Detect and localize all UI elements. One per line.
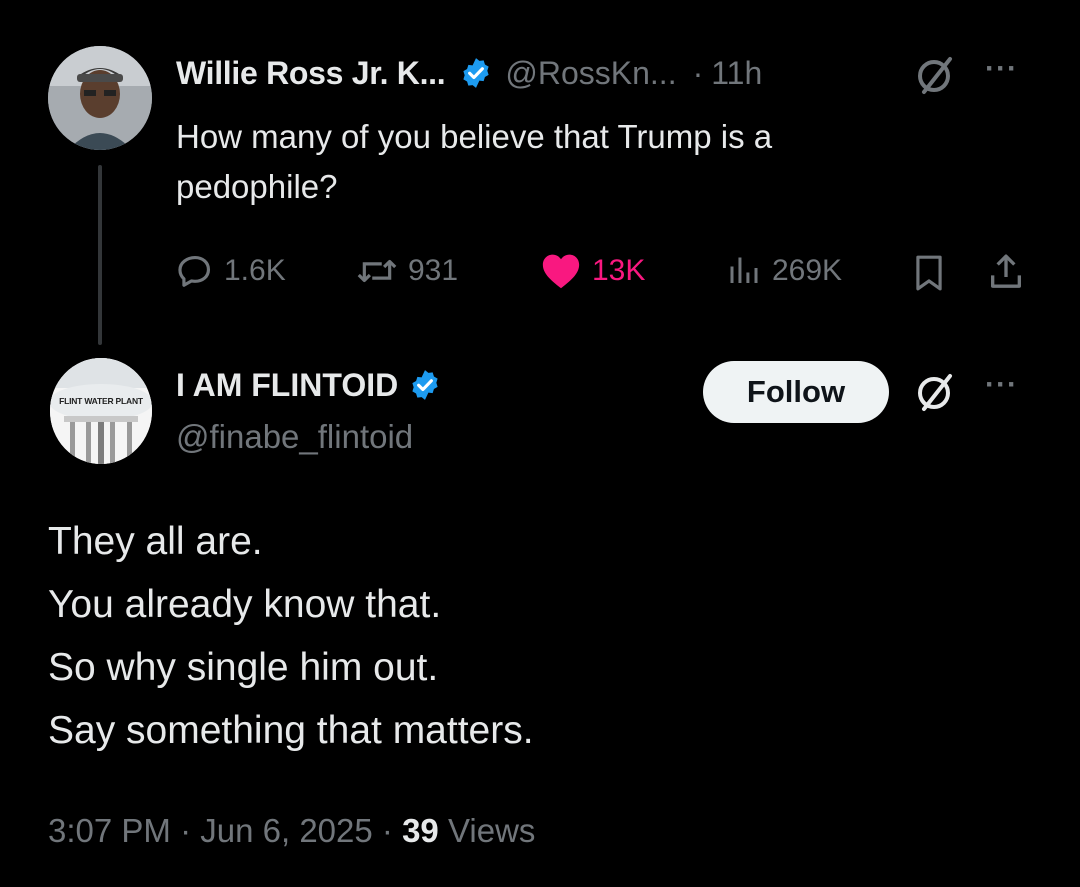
repost-icon (357, 259, 397, 283)
views-label: Views (447, 812, 536, 849)
like-count: 13K (592, 254, 646, 287)
original-tweet-header: Willie Ross Jr. K... @RossKn... · 11h (176, 50, 762, 96)
reply-tweet-header: I AM FLINTOID (176, 362, 442, 408)
repost-button[interactable]: 931 (356, 252, 458, 290)
tweet-metadata: 3:07 PM · Jun 6, 2025 · 39 Views (48, 812, 535, 850)
reply-author-name[interactable]: I AM FLINTOID (176, 367, 398, 404)
reply-icon (178, 255, 211, 287)
avatar-photo (48, 46, 152, 150)
share-icon[interactable] (986, 252, 1026, 292)
reply-button[interactable]: 1.6K (176, 252, 286, 290)
like-button[interactable]: 13K (540, 252, 645, 290)
original-tweet-text-line2: pedophile? (176, 168, 338, 205)
original-tweet-text: How many of you believe that Trump is a … (176, 112, 772, 212)
separator-dot: · (692, 54, 704, 91)
reply-text-line: Say something that matters. (48, 709, 534, 752)
verified-badge-icon (459, 56, 493, 90)
verified-badge-icon (408, 368, 442, 402)
tweet-date[interactable]: Jun 6, 2025 (200, 812, 372, 849)
views-button[interactable]: 269K (726, 252, 842, 290)
reply-text-line: They all are. (48, 520, 263, 563)
separator-dot: · (381, 812, 393, 849)
reply-count: 1.6K (224, 254, 286, 287)
more-icon[interactable]: ··· (985, 52, 1018, 86)
original-author-handle[interactable]: @RossKn... (505, 55, 676, 92)
reply-text-line: You already know that. (48, 583, 442, 626)
reply-tweet-text: They all are. You already know that. So … (48, 510, 534, 762)
tweet-time[interactable]: 3:07 PM (48, 812, 171, 849)
grok-icon[interactable] (914, 55, 958, 95)
like-icon (542, 254, 580, 289)
view-count: 39 (402, 812, 439, 849)
thread-line (98, 165, 102, 345)
original-tweet-time[interactable]: 11h (711, 55, 762, 92)
views-icon (730, 257, 758, 283)
original-author-avatar[interactable] (48, 46, 152, 150)
avatar-text: FLINT WATER PLANT (59, 396, 143, 406)
original-author-name[interactable]: Willie Ross Jr. K... (176, 55, 446, 92)
reply-author-handle[interactable]: @finabe_flintoid (176, 418, 413, 456)
separator-dot: · (180, 812, 192, 849)
grok-icon[interactable] (914, 372, 958, 412)
views-count: 269K (772, 254, 843, 287)
original-tweet-text-line1: How many of you believe that Trump is a (176, 118, 773, 155)
reply-text-line: So why single him out. (48, 646, 439, 689)
more-icon[interactable]: ··· (985, 368, 1018, 402)
reply-author-avatar[interactable]: FLINT WATER PLANT (50, 358, 152, 464)
water-tower-image (50, 358, 152, 464)
repost-count: 931 (408, 254, 459, 287)
bookmark-icon[interactable] (912, 254, 946, 292)
follow-button[interactable]: Follow (703, 361, 889, 423)
